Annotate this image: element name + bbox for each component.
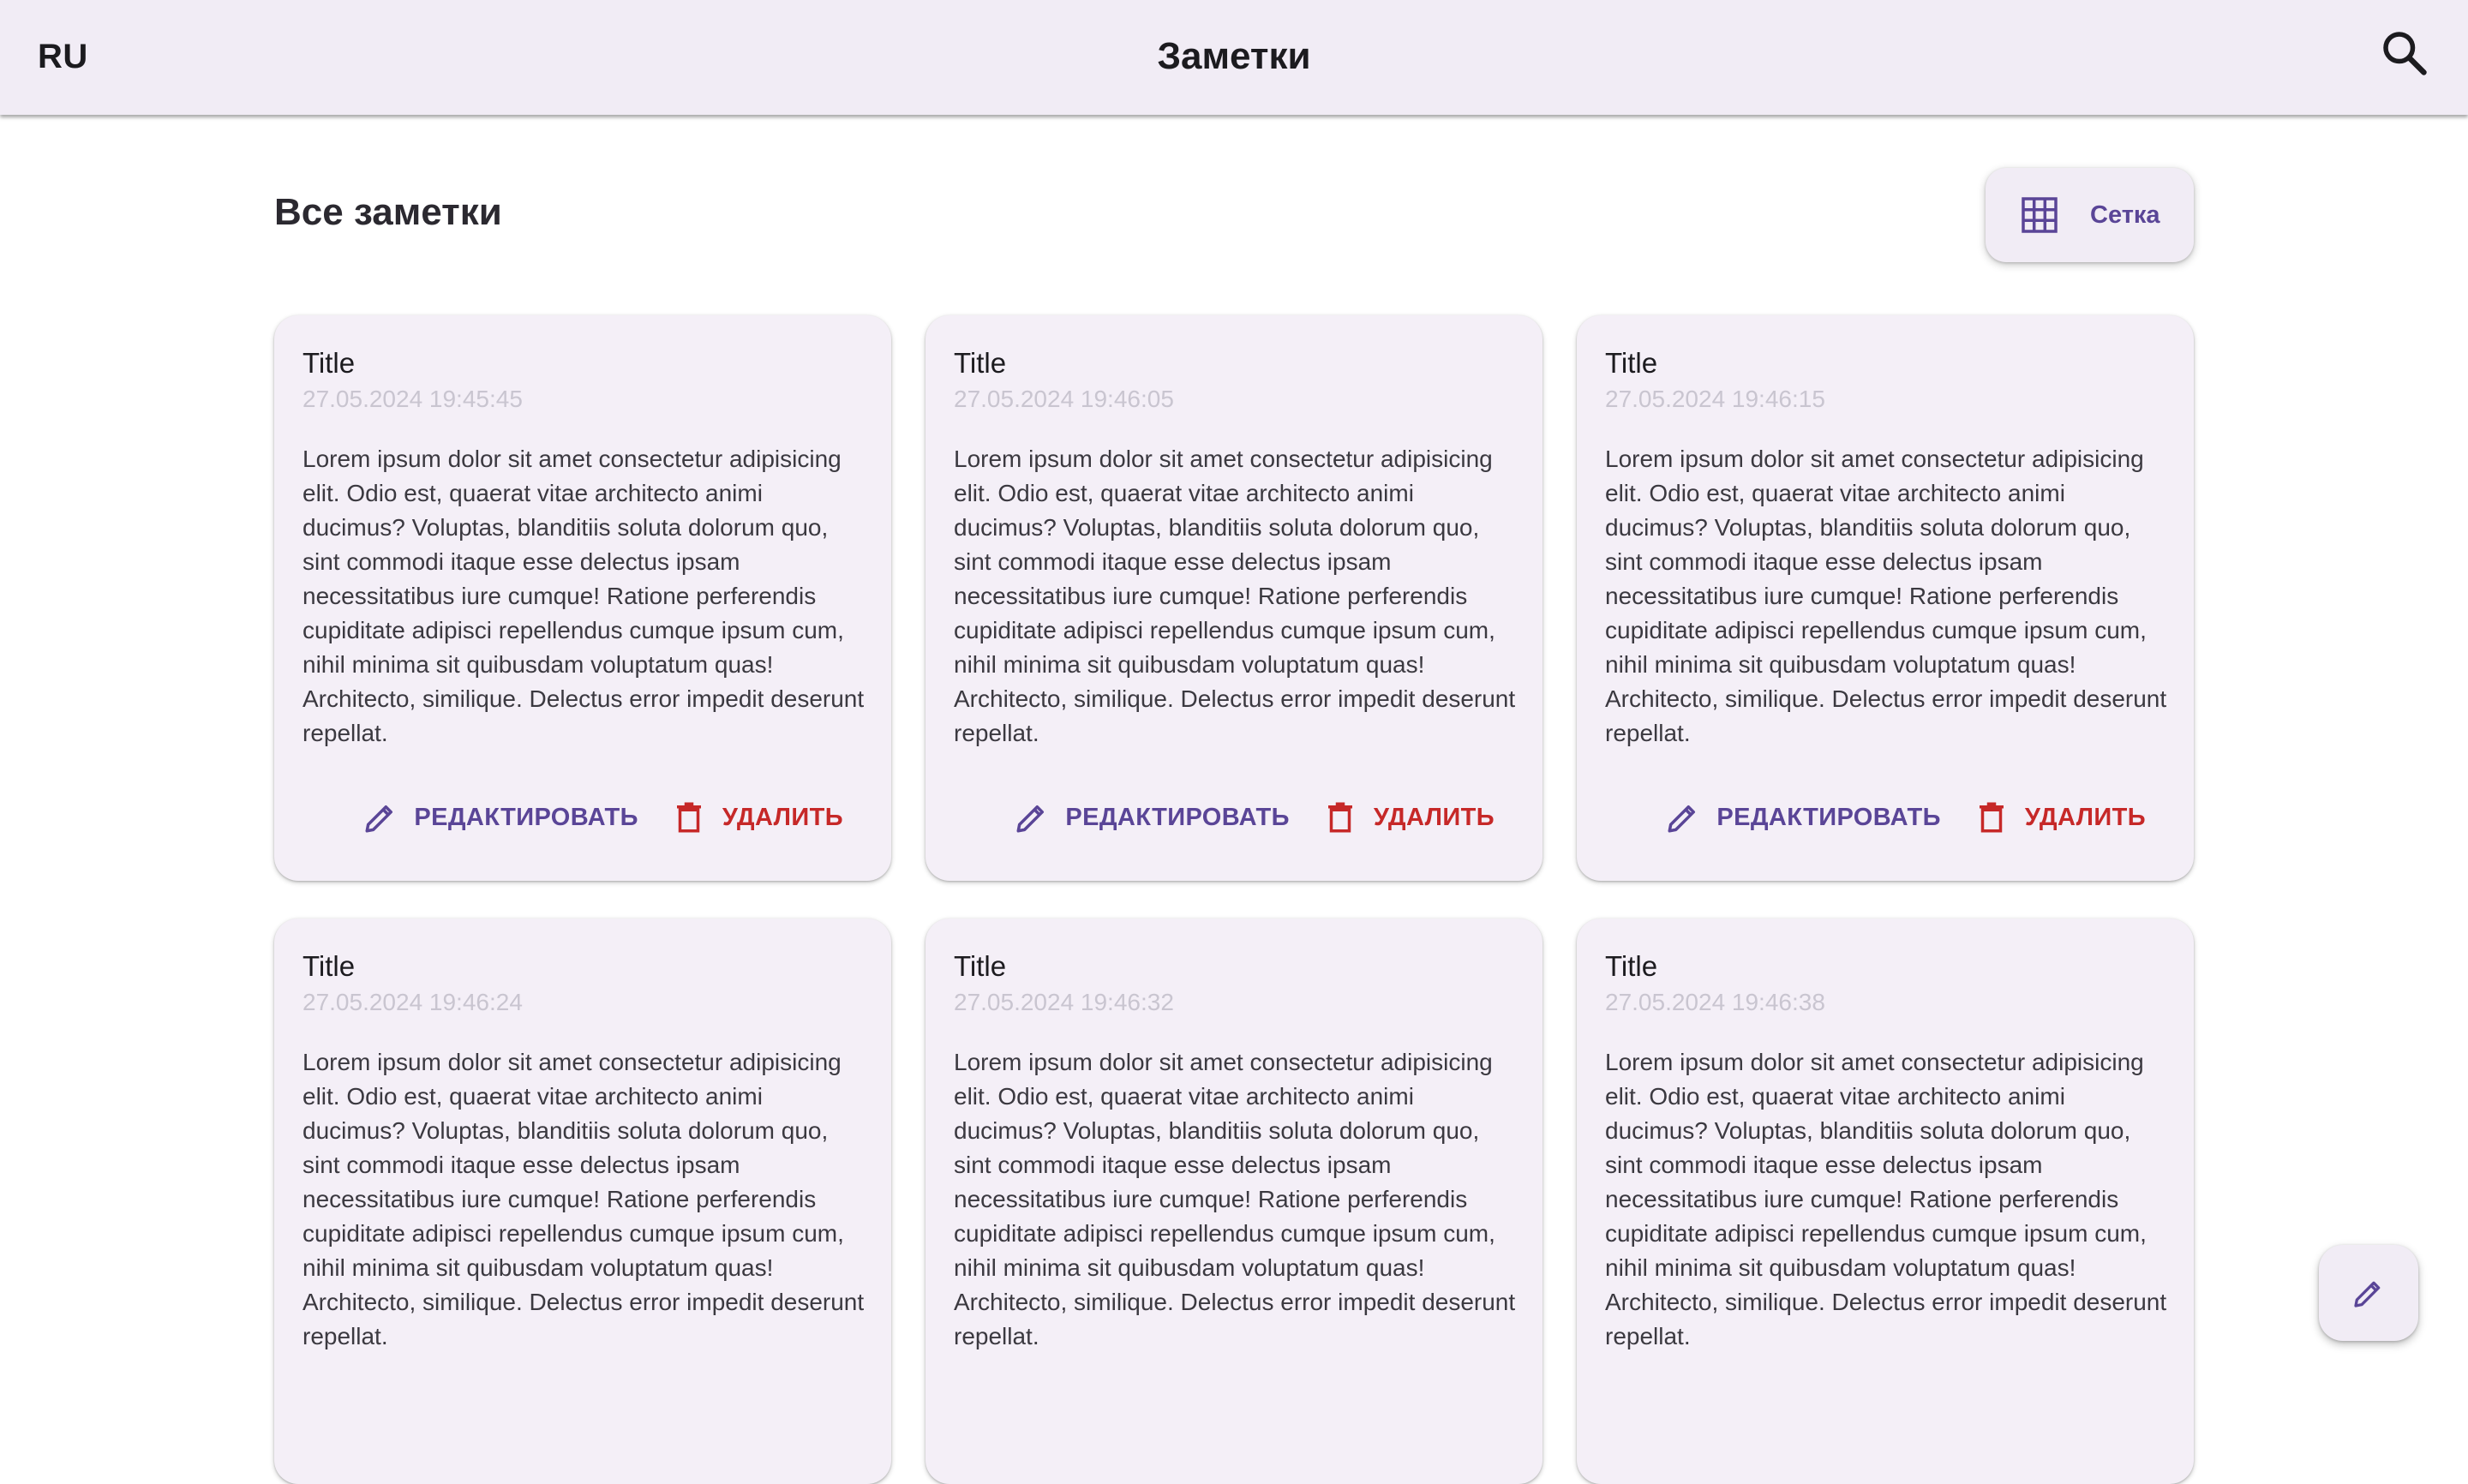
note-text: Lorem ipsum dolor sit amet consectetur a… [1605, 446, 2167, 746]
trash-icon [676, 802, 701, 833]
delete-label: УДАЛИТЬ [1373, 804, 1495, 831]
note-text: Lorem ipsum dolor sit amet consectetur a… [1605, 1049, 2167, 1349]
search-button[interactable] [2379, 27, 2430, 79]
note-actions: РЕДАКТИРОВАТЬ УДАЛИТЬ [1665, 795, 2146, 840]
section-title: Все заметки [274, 191, 502, 233]
note-card: Title 27.05.2024 19:46:24 Lorem ipsum do… [274, 919, 891, 1484]
new-note-fab[interactable] [2319, 1245, 2418, 1341]
view-toggle-label: Сетка [2090, 201, 2160, 229]
trash-icon [1327, 802, 1352, 833]
pencil-icon [2354, 1281, 2381, 1307]
note-text: Lorem ipsum dolor sit amet consectetur a… [954, 1049, 1516, 1349]
note-title: Title [303, 950, 356, 982]
note-date: 27.05.2024 19:46:24 [303, 989, 523, 1015]
edit-label: РЕДАКТИРОВАТЬ [1065, 804, 1290, 831]
pencil-icon [365, 805, 393, 833]
note-text: Lorem ipsum dolor sit amet consectetur a… [954, 446, 1516, 746]
note-text: Lorem ipsum dolor sit amet consectetur a… [303, 446, 865, 746]
trash-icon [1979, 802, 2004, 833]
app-bar: RU Заметки [0, 0, 2468, 115]
note-date: 27.05.2024 19:46:15 [1605, 386, 1825, 412]
note-title: Title [954, 347, 1007, 379]
note-card: Title 27.05.2024 19:45:45 Lorem ipsum do… [274, 315, 891, 881]
edit-button[interactable]: РЕДАКТИРОВАТЬ [1014, 799, 1290, 836]
edit-label: РЕДАКТИРОВАТЬ [1716, 804, 1941, 831]
note-date: 27.05.2024 19:45:45 [303, 386, 523, 412]
note-date: 27.05.2024 19:46:38 [1605, 989, 1825, 1015]
delete-label: УДАЛИТЬ [722, 804, 843, 831]
app-title: Заметки [1157, 35, 1311, 77]
pencil-icon [1668, 805, 1696, 833]
note-date: 27.05.2024 19:46:32 [954, 989, 1174, 1015]
note-actions: РЕДАКТИРОВАТЬ УДАЛИТЬ [362, 795, 843, 840]
note-card: Title 27.05.2024 19:46:15 Lorem ipsum do… [1577, 315, 2194, 881]
search-icon [2383, 32, 2427, 75]
note-title: Title [1605, 347, 1658, 379]
delete-button[interactable]: УДАЛИТЬ [1322, 799, 1495, 836]
note-card: Title 27.05.2024 19:46:32 Lorem ipsum do… [926, 919, 1542, 1484]
delete-label: УДАЛИТЬ [2024, 804, 2146, 831]
note-card: Title 27.05.2024 19:46:38 Lorem ipsum do… [1577, 919, 2194, 1484]
delete-button[interactable]: УДАЛИТЬ [1974, 799, 2146, 836]
edit-label: РЕДАКТИРОВАТЬ [414, 804, 638, 831]
note-title: Title [303, 347, 356, 379]
view-toggle-button[interactable]: Сетка [1986, 168, 2194, 262]
edit-button[interactable]: РЕДАКТИРОВАТЬ [1665, 799, 1941, 836]
note-text: Lorem ipsum dolor sit amet consectetur a… [303, 1049, 865, 1349]
edit-button[interactable]: РЕДАКТИРОВАТЬ [362, 799, 638, 836]
note-date: 27.05.2024 19:46:05 [954, 386, 1174, 412]
delete-button[interactable]: УДАЛИТЬ [671, 799, 843, 836]
note-title: Title [1605, 950, 1658, 982]
grid-icon [2022, 197, 2058, 233]
note-card: Title 27.05.2024 19:46:05 Lorem ipsum do… [926, 315, 1542, 881]
note-title: Title [954, 950, 1007, 982]
note-actions: РЕДАКТИРОВАТЬ УДАЛИТЬ [1014, 795, 1495, 840]
pencil-icon [1016, 805, 1045, 833]
